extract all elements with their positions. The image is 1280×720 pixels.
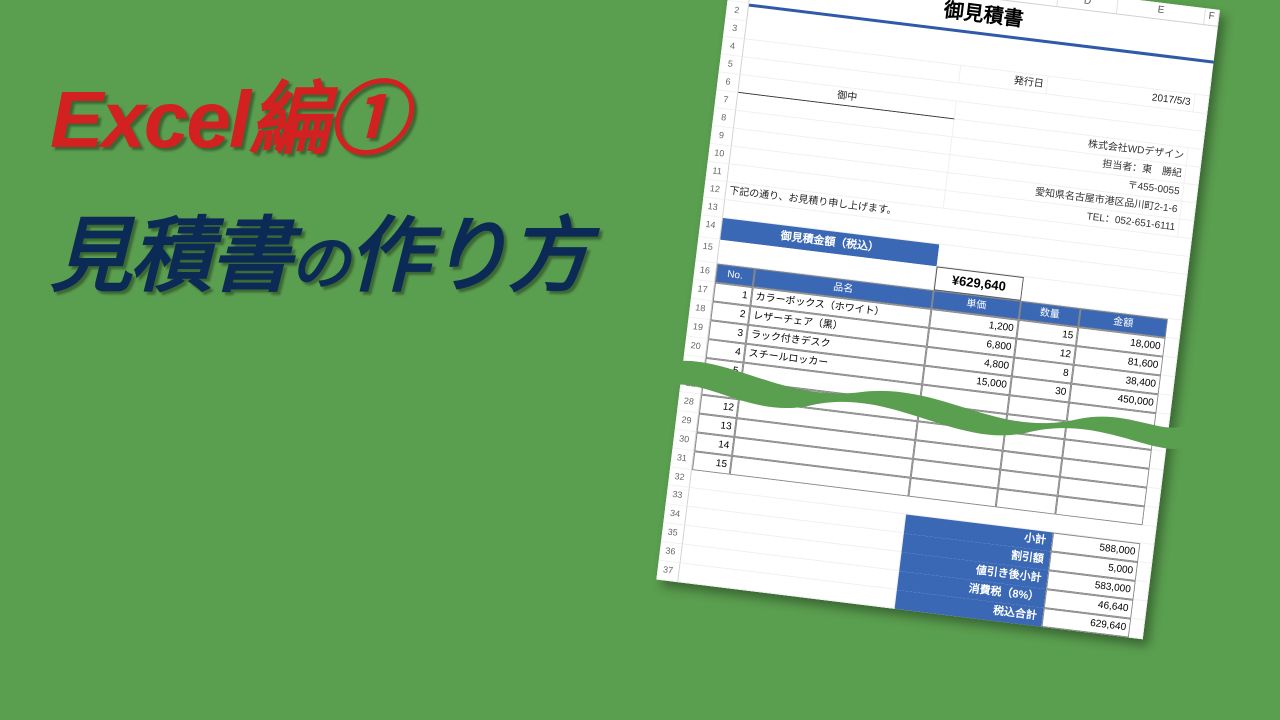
cell[interactable] (1185, 166, 1201, 186)
row-header: 30 (672, 430, 696, 452)
row-header: 34 (663, 504, 687, 526)
row-header: 19 (686, 318, 710, 340)
cell[interactable] (1182, 184, 1198, 204)
column-header: F (1204, 8, 1220, 26)
row-header: 29 (675, 411, 699, 433)
cell[interactable] (1133, 581, 1149, 602)
cell[interactable] (1180, 202, 1196, 222)
spreadsheet-grid[interactable]: 1御見積書234発行日2017/5/356御中7株式会社WDデザイン8担当者：東… (656, 0, 1218, 639)
row-header: 28 (677, 392, 701, 414)
cell[interactable] (1150, 450, 1166, 471)
cell[interactable] (1187, 148, 1203, 168)
row-header: 16 (693, 261, 717, 283)
headline-line2: 見積書の作り方 (50, 189, 588, 308)
cell[interactable] (1143, 507, 1159, 528)
headline: Excel編① 見積書の作り方 (50, 55, 588, 308)
cell[interactable] (1131, 600, 1147, 621)
cell[interactable] (1154, 413, 1170, 434)
cell[interactable] (1152, 432, 1168, 452)
row-header: 33 (666, 485, 690, 507)
headline-word1: 見積書 (50, 211, 290, 302)
headline-word2: 作り方 (348, 211, 588, 302)
headline-line1: Excel編① (50, 55, 588, 171)
cell[interactable] (1161, 357, 1177, 378)
cell[interactable] (1138, 543, 1154, 564)
row-header: 37 (656, 561, 680, 583)
cell[interactable] (1193, 95, 1209, 115)
cell[interactable] (1129, 619, 1145, 640)
headline-particle: の (290, 230, 348, 297)
excel-sheet: ABCDEF 1御見積書234発行日2017/5/356御中7株式会社WDデザイ… (656, 0, 1220, 639)
row-header: 17 (691, 280, 715, 302)
cell[interactable] (1178, 220, 1194, 240)
cell[interactable] (1163, 338, 1179, 359)
cell[interactable] (1147, 469, 1163, 490)
cell[interactable] (1136, 562, 1152, 583)
row-header: 35 (661, 523, 685, 545)
cell[interactable] (1145, 488, 1161, 509)
cell[interactable] (1156, 394, 1172, 415)
cell[interactable] (1159, 376, 1175, 397)
cell[interactable] (1166, 319, 1182, 340)
row-header: 14 (698, 215, 723, 240)
row-header: 36 (659, 542, 683, 564)
row-header: 15 (696, 237, 721, 264)
row-header: 18 (689, 299, 713, 321)
